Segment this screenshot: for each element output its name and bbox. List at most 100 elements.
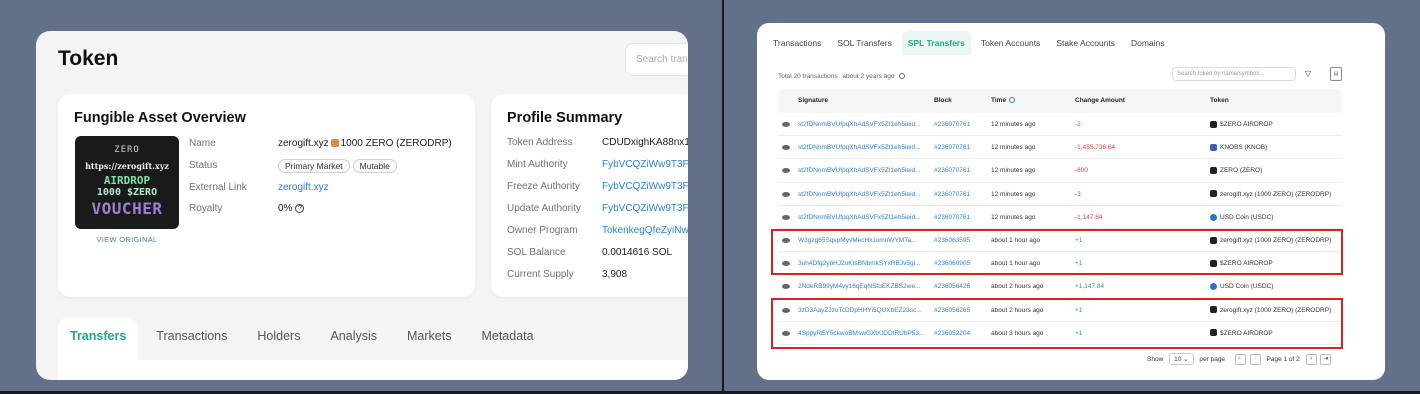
account-tabs: Transactions SOL Transfers SPL Transfers… xyxy=(767,31,1175,55)
tab-content xyxy=(58,360,688,380)
tab-domains[interactable]: Domains xyxy=(1125,31,1171,55)
signature-link[interactable]: st2fDNnmBVUfpqXhAdSVFx5Zt1eh5ieid... xyxy=(798,113,928,136)
row-preview[interactable] xyxy=(782,113,792,137)
token-icon xyxy=(1210,283,1217,291)
prev-page-icon[interactable]: ‹ xyxy=(1249,353,1261,365)
tab-sol-transfers[interactable]: SOL Transfers xyxy=(831,31,897,55)
time-value: 12 minutes ago xyxy=(991,167,1036,175)
name-value-token: 1000 ZERO (ZERODRP) xyxy=(340,138,452,149)
tab-analysis[interactable]: Analysis xyxy=(318,318,389,360)
signature-link[interactable]: 2NdeRB99yM4vy16qEqNSfoEKZBS2we... xyxy=(798,275,928,298)
profile-row: Owner Program TokenkegQfeZyiNw xyxy=(507,225,688,239)
last-page-icon[interactable]: ⇥ xyxy=(1320,353,1332,365)
tab-holders[interactable]: Holders xyxy=(245,318,312,360)
signature-link[interactable]: st2fDNnmBVUfpqXhAdSVFx5Zt1eh5ieid... xyxy=(798,183,928,206)
block-link[interactable]: #236070761 xyxy=(934,206,988,229)
tab-stake-accounts[interactable]: Stake Accounts xyxy=(1050,31,1121,55)
tab-spl-transfers[interactable]: SPL Transfers xyxy=(901,31,971,55)
table-row: st2fDNnmBVUfpqXhAdSVFx5Zt1eh5ieid... #236… xyxy=(778,113,1342,137)
row-preview[interactable] xyxy=(782,275,792,299)
row-preview[interactable] xyxy=(782,159,792,183)
token-icon xyxy=(1210,120,1217,128)
royalty-value: 0%? xyxy=(278,203,305,214)
profile-value-link[interactable]: FybVCQZiWw9T3Fu xyxy=(602,181,688,192)
external-link[interactable]: zerogift.xyz xyxy=(278,182,329,193)
total-count: Total 20 transactions xyxy=(778,73,838,80)
profile-value-link[interactable]: FybVCQZiWw9T3Fu xyxy=(602,159,688,170)
block-link[interactable]: #236070761 xyxy=(934,136,988,159)
change-amount: -1,147.84 xyxy=(1075,213,1103,221)
time-value: 12 minutes ago xyxy=(991,121,1036,128)
time-value: 12 minutes ago xyxy=(991,213,1036,221)
block-link[interactable]: #236070761 xyxy=(934,159,988,182)
token-name: zerogift.xyz (1000 ZERO) (ZERODRP) xyxy=(1220,190,1332,198)
token-image-text: VOUCHER xyxy=(91,199,163,218)
view-original-link[interactable]: VIEW ORIGINAL xyxy=(75,235,179,244)
profile-row: SOL Balance 0.0014616 SOL xyxy=(507,247,688,261)
eye-icon[interactable] xyxy=(782,122,790,127)
card-title: Profile Summary xyxy=(507,110,623,126)
tab-metadata[interactable]: Metadata xyxy=(469,318,545,360)
eye-icon[interactable] xyxy=(782,214,790,220)
token-cell[interactable]: $ZERO AIRDROP xyxy=(1210,113,1342,136)
time-value: about 2 hours ago xyxy=(991,283,1044,291)
tab-token-accounts[interactable]: Token Accounts xyxy=(975,31,1047,55)
table-header: Signature Block Time Change Amount Token xyxy=(778,89,1342,113)
block-link[interactable]: #236056426 xyxy=(934,275,988,298)
tab-transactions[interactable]: Transactions xyxy=(767,31,827,55)
token-search-input[interactable]: Search token by name/symbol/... xyxy=(1172,67,1296,81)
tab-markets[interactable]: Markets xyxy=(395,318,463,360)
profile-value-link[interactable]: TokenkegQfeZyiNw xyxy=(602,225,688,236)
signature-link[interactable]: st2fDNnmBVUfpqXhAdSVFx5Zt1eh5ieid... xyxy=(798,159,928,182)
row-preview[interactable] xyxy=(782,183,792,207)
block-link[interactable]: #236070761 xyxy=(934,183,988,206)
token-name: KNOBS (KNOB) xyxy=(1220,144,1268,152)
help-icon[interactable]: ? xyxy=(295,203,305,213)
total-time: about 2 years ago xyxy=(842,73,895,80)
eye-icon[interactable] xyxy=(782,145,790,151)
token-image[interactable]: ZERO https://zerogift.xyz AIRDROP 1000 $… xyxy=(75,136,179,229)
token-name: USD Coin (USDC) xyxy=(1220,283,1274,291)
signature-link[interactable]: st2fDNnmBVUfpqXhAdSVFx5Zt1eh5ieid... xyxy=(798,136,928,159)
per-page-label: per page xyxy=(1199,356,1226,363)
eye-icon[interactable] xyxy=(782,284,790,290)
first-page-icon[interactable]: ⇤ xyxy=(1234,353,1246,365)
export-icon[interactable]: ▤ xyxy=(1330,67,1342,81)
royalty-label: Royalty xyxy=(189,203,223,214)
token-cell[interactable]: zerogift.xyz (1000 ZERO) (ZERODRP) xyxy=(1210,183,1342,206)
profile-summary-card: Profile Summary Token Address CDUDxighKA8… xyxy=(491,94,688,297)
per-page-select[interactable]: 10 ⌄ xyxy=(1169,353,1194,365)
token-tabs: Transfers Transactions Holders Analysis … xyxy=(58,318,552,360)
row-preview[interactable] xyxy=(782,136,792,160)
token-name: $ZERO AIRDROP xyxy=(1220,121,1273,128)
card-title: Fungible Asset Overview xyxy=(74,110,246,126)
token-cell[interactable]: USD Coin (USDC) xyxy=(1210,206,1342,229)
col-time[interactable]: Time xyxy=(991,89,1071,113)
token-cell[interactable]: ZERO (ZERO) xyxy=(1210,159,1342,182)
change-amount: -2 xyxy=(1075,121,1081,128)
change-amount: -800 xyxy=(1075,167,1089,175)
search-input[interactable]: Search trans xyxy=(625,43,688,76)
filter-icon[interactable]: ▽ xyxy=(1301,67,1315,81)
status-badge: Primary Market xyxy=(278,159,350,173)
block-link[interactable]: #236070761 xyxy=(934,113,988,136)
external-link-row: External Link zerogift.xyz xyxy=(189,182,469,196)
next-page-icon[interactable]: › xyxy=(1305,353,1317,365)
signature-link[interactable]: st2fDNnmBVUfpqXhAdSVFx5Zt1eh5ieid... xyxy=(798,206,928,229)
tab-transactions[interactable]: Transactions xyxy=(144,318,239,360)
eye-icon[interactable] xyxy=(782,168,790,174)
status-row: Status Primary Market Mutable xyxy=(189,159,469,176)
eye-icon[interactable] xyxy=(782,191,790,197)
row-preview[interactable] xyxy=(782,206,792,230)
token-cell[interactable]: USD Coin (USDC) xyxy=(1210,275,1342,298)
col-change-amount: Change Amount xyxy=(1075,97,1125,104)
col-block: Block xyxy=(934,97,952,104)
tab-transfers[interactable]: Transfers xyxy=(58,318,139,360)
token-image-text: https://zerogift.xyz xyxy=(85,161,169,171)
fire-icon xyxy=(330,139,339,148)
token-cell[interactable]: KNOBS (KNOB) xyxy=(1210,136,1342,159)
token-image-text: 1000 $ZERO xyxy=(96,187,158,198)
name-value-site: zerogift.xyz xyxy=(278,138,329,149)
profile-label: Token Address xyxy=(507,137,573,148)
profile-value-link[interactable]: FybVCQZiWw9T3Fu xyxy=(602,203,688,214)
